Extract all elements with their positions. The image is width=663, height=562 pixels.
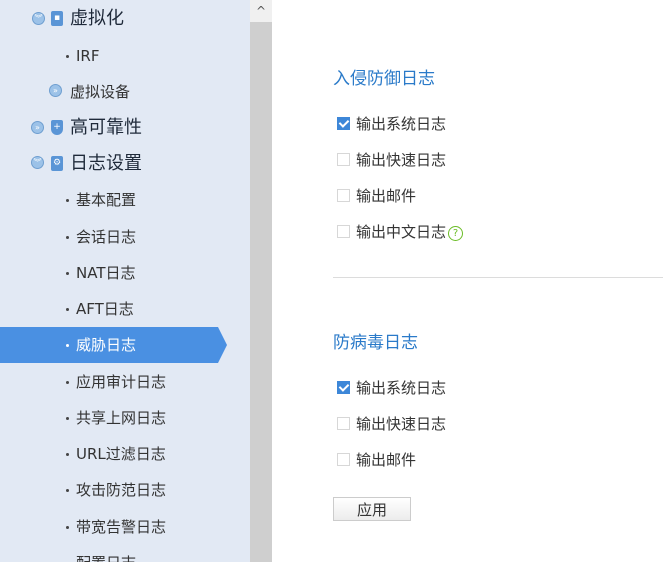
sidebar-item-nat-log[interactable]: NAT日志 <box>0 255 250 291</box>
sidebar-item-irf[interactable]: IRF <box>0 38 250 74</box>
checkbox-label: 输出邮件 <box>356 451 417 469</box>
sidebar-item-shared-access-log[interactable]: 共享上网日志 <box>0 400 250 436</box>
expand-chevron-icon[interactable]: » <box>31 121 44 134</box>
bullet-icon <box>66 308 69 311</box>
shield-icon: + <box>51 120 63 135</box>
active-indicator-arrow <box>218 327 227 363</box>
bullet-icon <box>66 453 69 456</box>
sidebar-item-label: 虚拟化 <box>70 8 124 29</box>
sidebar-item-virtual-device[interactable]: » 虚拟设备 <box>0 74 250 110</box>
bullet-icon <box>66 489 69 492</box>
virtualization-icon: ▪ <box>51 11 63 26</box>
sidebar-item-label: 日志设置 <box>70 153 142 174</box>
bullet-icon <box>66 199 69 202</box>
sidebar-item-label: URL过滤日志 <box>76 445 166 463</box>
sidebar-item-session-log[interactable]: 会话日志 <box>0 219 250 255</box>
checkbox-label: 输出系统日志 <box>356 115 447 133</box>
sidebar-item-label: 威胁日志 <box>76 336 137 354</box>
checkbox-label: 输出中文日志? <box>356 222 464 242</box>
sidebar-item-attack-defense-log[interactable]: 攻击防范日志 <box>0 472 250 508</box>
ips-syslog-checkbox[interactable] <box>337 117 350 130</box>
sidebar-item-label: 虚拟设备 <box>70 83 131 101</box>
sidebar-item-high-availability[interactable]: » + 高可靠性 <box>0 110 250 146</box>
chinese-log-label-text: 输出中文日志 <box>356 223 447 241</box>
section-divider <box>333 277 663 278</box>
sidebar-item-url-filter-log[interactable]: URL过滤日志 <box>0 436 250 472</box>
sidebar-item-label: IRF <box>76 47 100 65</box>
bullet-icon <box>66 272 69 275</box>
sidebar-item-label: 基本配置 <box>76 191 137 209</box>
sidebar-scrollbar[interactable]: ^ <box>250 0 272 562</box>
checkbox-label: 输出邮件 <box>356 187 417 205</box>
apply-button[interactable]: 应用 <box>333 497 411 521</box>
sidebar-item-label: 带宽告警日志 <box>76 518 167 536</box>
sidebar-item-label: 共享上网日志 <box>76 409 167 427</box>
ips-fastlog-checkbox[interactable] <box>337 153 350 166</box>
bullet-icon <box>66 417 69 420</box>
bullet-icon <box>66 526 69 529</box>
checkbox-label: 输出系统日志 <box>356 379 447 397</box>
sidebar-item-aft-log[interactable]: AFT日志 <box>0 291 250 327</box>
sidebar-item-app-audit-log[interactable]: 应用审计日志 <box>0 364 250 400</box>
sidebar-item-log-settings[interactable]: ︾ ⚙ 日志设置 <box>0 146 250 182</box>
checkbox-label: 输出快速日志 <box>356 151 447 169</box>
av-email-checkbox[interactable] <box>337 453 350 466</box>
av-fastlog-checkbox[interactable] <box>337 417 350 430</box>
sidebar-item-virtualization[interactable]: ︾ ▪ 虚拟化 <box>0 1 250 37</box>
help-icon[interactable]: ? <box>448 226 464 241</box>
sidebar-item-label: 高可靠性 <box>70 117 142 138</box>
collapse-chevron-icon[interactable]: ︾ <box>31 156 44 169</box>
sidebar-item-config-log[interactable]: 配置日志 <box>0 545 250 562</box>
sidebar-nav: ︾ ▪ 虚拟化 IRF » 虚拟设备 » + 高可靠性 ︾ ⚙ 日志设置 基本配… <box>0 0 250 562</box>
ips-chinese-log-checkbox[interactable] <box>337 225 350 238</box>
sidebar-item-label: 应用审计日志 <box>76 373 167 391</box>
sidebar-item-label: 攻击防范日志 <box>76 481 167 499</box>
sidebar-item-threat-log[interactable]: 威胁日志 <box>0 327 227 363</box>
ips-email-checkbox[interactable] <box>337 189 350 202</box>
sidebar-item-label: 会话日志 <box>76 228 137 246</box>
bullet-icon <box>66 381 69 384</box>
antivirus-log-section-title: 防病毒日志 <box>333 333 418 353</box>
bullet-icon <box>66 55 69 58</box>
av-syslog-checkbox[interactable] <box>337 381 350 394</box>
sidebar-item-bandwidth-alarm-log[interactable]: 带宽告警日志 <box>0 509 250 545</box>
expand-chevron-icon[interactable]: » <box>49 84 62 97</box>
bullet-icon <box>66 236 69 239</box>
checkbox-label: 输出快速日志 <box>356 415 447 433</box>
sidebar-item-label: NAT日志 <box>76 264 136 282</box>
scroll-up-button[interactable]: ^ <box>250 0 272 22</box>
collapse-chevron-icon[interactable]: ︾ <box>32 12 45 25</box>
sidebar-item-label: 配置日志 <box>76 545 136 562</box>
sidebar-item-basic-config[interactable]: 基本配置 <box>0 182 250 218</box>
sidebar-item-label: AFT日志 <box>76 300 134 318</box>
ips-log-section-title: 入侵防御日志 <box>333 69 435 89</box>
bullet-icon <box>66 344 69 347</box>
log-settings-icon: ⚙ <box>51 156 63 171</box>
